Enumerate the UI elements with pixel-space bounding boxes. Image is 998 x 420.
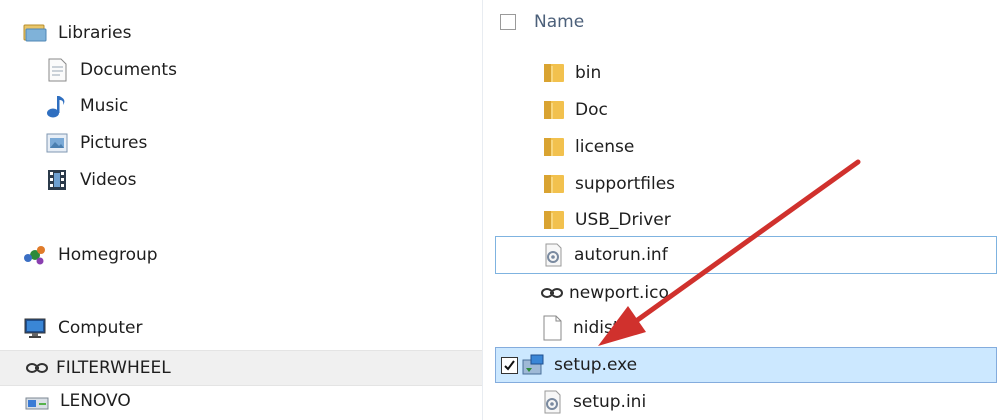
file-name: USB_Driver [575, 210, 671, 230]
computer-icon [22, 315, 48, 341]
nav-item-label: Pictures [80, 133, 148, 153]
settings-file-icon [540, 242, 566, 268]
folder-icon [541, 97, 567, 123]
nav-item-computer[interactable]: Computer [22, 315, 143, 341]
file-name: setup.exe [554, 355, 638, 375]
nav-item-label: Music [80, 96, 129, 116]
column-header-label: Name [534, 12, 585, 32]
folder-icon [541, 171, 567, 197]
list-item[interactable]: newport.ico [539, 279, 669, 307]
list-item[interactable]: license [541, 133, 634, 161]
nav-item-label: FILTERWHEEL [56, 358, 171, 378]
documents-icon [44, 57, 70, 83]
folder-icon [541, 134, 567, 160]
list-item[interactable]: Doc [541, 96, 608, 124]
list-item[interactable]: autorun.inf [495, 236, 997, 274]
file-name: license [575, 137, 635, 157]
blank-file-icon [539, 315, 565, 341]
nav-item-label: Homegroup [58, 245, 158, 265]
list-item[interactable]: USB_Driver [541, 206, 671, 234]
nav-item-label: Videos [80, 170, 137, 190]
nav-item-libraries[interactable]: Libraries [22, 20, 131, 46]
music-icon [44, 93, 70, 119]
folder-icon [541, 207, 567, 233]
chain-link-icon [539, 280, 565, 306]
nav-item-documents[interactable]: Documents [44, 57, 177, 83]
file-name: setup.ini [573, 392, 647, 412]
file-name: nidist.id [573, 318, 641, 338]
select-all-checkbox[interactable] [500, 14, 516, 30]
network-drive-icon [24, 355, 50, 381]
nav-item-videos[interactable]: Videos [44, 167, 137, 193]
file-name: newport.ico [569, 283, 669, 303]
file-name: Doc [575, 100, 608, 120]
nav-item-label: Libraries [58, 23, 132, 43]
file-name: supportfiles [575, 174, 676, 194]
pictures-icon [44, 130, 70, 156]
navigation-pane: Libraries Documents Music Pictures Video… [0, 0, 482, 420]
nav-item-label: Computer [58, 318, 143, 338]
nav-item-filterwheel[interactable]: FILTERWHEEL [0, 350, 482, 386]
list-item[interactable]: bin [541, 59, 601, 87]
list-item[interactable]: setup.exe [495, 347, 997, 383]
file-name: autorun.inf [574, 245, 668, 265]
homegroup-icon [22, 242, 48, 268]
item-checkbox[interactable] [501, 356, 518, 374]
list-item[interactable]: nidist.id [539, 313, 640, 343]
list-item[interactable]: setup.ini [539, 387, 646, 417]
file-list-pane: Name bin Doc license supportfiles USB_Dr… [483, 0, 998, 420]
folder-icon [541, 60, 567, 86]
nav-item-pictures[interactable]: Pictures [44, 130, 147, 156]
file-name: bin [575, 63, 602, 83]
column-header-name[interactable]: Name [500, 9, 584, 35]
videos-icon [44, 167, 70, 193]
nav-item-label: Documents [80, 60, 177, 80]
settings-file-icon [539, 389, 565, 415]
nav-item-homegroup[interactable]: Homegroup [22, 242, 158, 268]
installer-icon [520, 352, 546, 378]
list-item[interactable]: supportfiles [541, 170, 675, 198]
disk-drive-icon [24, 388, 50, 414]
nav-item-music[interactable]: Music [44, 93, 128, 119]
libraries-icon [22, 20, 48, 46]
nav-item-lenovo[interactable]: LENOVO [24, 388, 131, 414]
nav-item-label: LENOVO [60, 391, 131, 411]
